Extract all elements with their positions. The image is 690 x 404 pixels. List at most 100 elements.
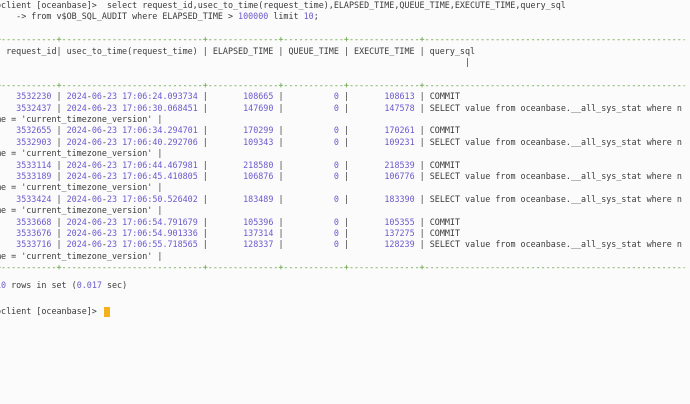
cell-time-clock: 17:06:45.410805 bbox=[122, 171, 198, 181]
footer-time: 0.017 bbox=[76, 280, 102, 291]
cell-sep: | bbox=[0, 137, 16, 147]
table-top-border: +-----------+---------------------------… bbox=[0, 34, 687, 45]
cell-sep: | bbox=[273, 216, 334, 227]
table-border: +-----------+---------------------------… bbox=[0, 34, 687, 45]
cell-sep: | bbox=[414, 102, 430, 113]
cell-sep: | bbox=[414, 216, 430, 227]
col-header-time: usec_to_time(request_time) | bbox=[66, 45, 213, 56]
cell-time-month: 06 bbox=[91, 228, 102, 238]
table-border: +-----------+---------------------------… bbox=[0, 80, 687, 91]
final-prompt-line: oclient [oceanbase]> bbox=[0, 306, 102, 317]
cell-time-day: 23 bbox=[106, 91, 118, 102]
cell-sep: | bbox=[273, 102, 334, 113]
table-row: | 3532437 | 2024-06-23 17:06:30.068451 |… bbox=[0, 103, 682, 114]
cell-sep: | bbox=[56, 102, 67, 113]
table-bottom-border: +-----------+---------------------------… bbox=[0, 262, 687, 273]
cell-execute: 137275 bbox=[384, 228, 415, 238]
cell-request-id: 3533716 bbox=[16, 239, 57, 250]
footer-time-suffix: sec) bbox=[101, 280, 128, 291]
cell-time-day: 23 bbox=[106, 125, 118, 136]
text-cursor[interactable] bbox=[104, 306, 110, 317]
cell-sep: | bbox=[414, 171, 430, 181]
cell-sep: | bbox=[56, 136, 67, 147]
cell-sep: | bbox=[56, 193, 67, 204]
result-footer: 10 rows in set (0.017 sec) bbox=[0, 280, 127, 291]
cell-sep: | bbox=[0, 91, 16, 101]
cell-request-id: 3532655 bbox=[16, 125, 57, 136]
col-header-queue: QUEUE_TIME | bbox=[288, 45, 355, 56]
cell-sep: | bbox=[0, 103, 16, 113]
cell-execute: 109231 bbox=[384, 136, 415, 147]
cell-time-month: 06 bbox=[91, 159, 102, 170]
cell-time-day: 23 bbox=[106, 228, 118, 238]
cell-sep: | bbox=[414, 91, 430, 102]
cell-elapsed: 128337 bbox=[243, 239, 274, 250]
table-row-continuation: me = 'current_timezone_version' | bbox=[0, 148, 162, 159]
cell-sep: | bbox=[273, 125, 334, 136]
cell-elapsed: 170299 bbox=[243, 125, 274, 136]
terminal-window[interactable]: oclient [oceanbase]> select request_id,u… bbox=[0, 0, 690, 404]
cell-execute: 105355 bbox=[384, 216, 415, 227]
cell-sep: | bbox=[197, 159, 244, 170]
cell-sep: | bbox=[273, 228, 334, 238]
cell-time-year: 2024 bbox=[66, 171, 87, 181]
cell-time-clock: 17:06:55.718565 bbox=[122, 239, 198, 250]
cell-sep: | bbox=[0, 239, 16, 249]
cell-sep: | bbox=[338, 159, 385, 170]
cell-sep: | bbox=[273, 136, 334, 147]
cell-request-id: 3533676 bbox=[16, 228, 57, 238]
cell-sep: | bbox=[0, 171, 16, 181]
cell-time-day: 23 bbox=[106, 193, 118, 204]
cell-sep: | bbox=[273, 239, 334, 250]
footer-rows-text: rows in set ( bbox=[6, 280, 77, 291]
cell-execute: 147578 bbox=[384, 102, 415, 113]
table-row-continuation: me = 'current_timezone_version' | bbox=[0, 251, 162, 262]
cell-time-clock: 17:06:54.901336 bbox=[122, 228, 198, 238]
cell-sep: | bbox=[338, 193, 385, 204]
cell-time-month: 06 bbox=[91, 216, 102, 227]
cell-time-month: 06 bbox=[91, 136, 102, 147]
cell-elapsed: 108665 bbox=[243, 91, 274, 102]
cell-time-clock: 17:06:44.467981 bbox=[122, 159, 198, 170]
table-row: | 3533668 | 2024-06-23 17:06:54.791679 |… bbox=[0, 217, 460, 228]
cell-sql: COMMIT bbox=[429, 159, 461, 170]
cell-time-year: 2024 bbox=[66, 193, 87, 204]
cell-time-day: 23 bbox=[106, 102, 118, 113]
cell-sql: COMMIT bbox=[429, 91, 461, 102]
table-row: | 3533189 | 2024-06-23 17:06:45.410805 |… bbox=[0, 171, 682, 182]
cell-sql: SELECT value from oceanbase.__all_sys_st… bbox=[429, 102, 682, 113]
cell-time-year: 2024 bbox=[66, 228, 87, 238]
cell-time-year: 2024 bbox=[66, 159, 87, 170]
table-row: | 3533676 | 2024-06-23 17:06:54.901336 |… bbox=[0, 228, 460, 239]
cell-sql: SELECT value from oceanbase.__all_sys_st… bbox=[429, 239, 682, 250]
cell-time-clock: 17:06:30.068451 bbox=[122, 102, 198, 113]
cell-time-day: 23 bbox=[106, 239, 118, 250]
cell-time-clock: 17:06:54.791679 bbox=[122, 216, 198, 227]
cell-time-day: 23 bbox=[106, 159, 118, 170]
col-header-elapsed: ELAPSED_TIME | bbox=[212, 45, 289, 56]
cell-time-month: 06 bbox=[91, 239, 102, 250]
cell-time-year: 2024 bbox=[66, 91, 87, 102]
cell-sep: | bbox=[338, 125, 385, 136]
cell-sep: | bbox=[414, 239, 430, 250]
cell-sql: SELECT value from oceanbase.__all_sys_st… bbox=[429, 136, 682, 147]
table-row: | 3533114 | 2024-06-23 17:06:44.467981 |… bbox=[0, 160, 460, 171]
cell-sep: | bbox=[197, 228, 244, 238]
table-row: | 3532655 | 2024-06-23 17:06:34.294701 |… bbox=[0, 125, 460, 136]
cell-sep: | bbox=[197, 102, 244, 113]
cell-time-year: 2024 bbox=[66, 239, 87, 250]
cell-elapsed: 183489 bbox=[243, 193, 274, 204]
cell-sep: | bbox=[338, 91, 385, 102]
cell-time-month: 06 bbox=[91, 171, 102, 181]
cell-time-clock: 17:06:40.292706 bbox=[122, 136, 198, 147]
cell-sql: SELECT value from oceanbase.__all_sys_st… bbox=[429, 171, 682, 181]
cell-elapsed: 137314 bbox=[243, 228, 274, 238]
cell-execute: 106776 bbox=[384, 171, 415, 181]
cell-execute: 218539 bbox=[384, 159, 415, 170]
cell-request-id: 3533668 bbox=[16, 216, 57, 227]
cell-time-day: 23 bbox=[106, 216, 118, 227]
cell-sep: | bbox=[273, 159, 334, 170]
final-prompt: oclient [oceanbase]> bbox=[0, 305, 102, 316]
query-line-1: select request_id,usec_to_time(request_t… bbox=[106, 0, 566, 10]
cell-sep: | bbox=[338, 102, 385, 113]
